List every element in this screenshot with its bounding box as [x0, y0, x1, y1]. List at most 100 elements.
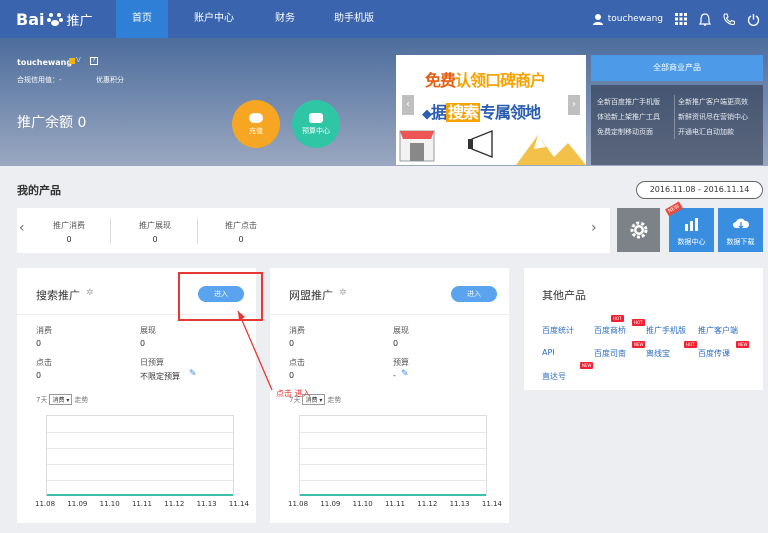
x-tick: 11.12 — [417, 500, 438, 508]
apps-grid-icon[interactable] — [675, 13, 687, 25]
search-cost-value: 0 — [36, 339, 42, 348]
user-menu[interactable]: touchewang — [592, 13, 663, 25]
v-mark-icon: V — [76, 56, 81, 64]
link-baidu-tongji[interactable]: 百度统计 — [542, 325, 574, 336]
x-tick: 11.09 — [320, 500, 341, 508]
stat-cost: 推广消费 0 — [53, 220, 85, 244]
banner-territory: 专属领地 — [480, 103, 541, 122]
top-nav-bar: Bai 推广 首页 账户中心 财务 助手机版 touchewang — [0, 0, 768, 38]
banner-prev-arrow[interactable]: ‹ — [402, 95, 414, 115]
x-tick: 11.08 — [35, 500, 56, 508]
logo-text: Bai — [16, 9, 45, 29]
stats-next-arrow[interactable]: › — [591, 220, 597, 236]
megaphone-icon — [468, 129, 493, 159]
stats-prev-arrow[interactable]: ‹ — [19, 220, 25, 236]
edit-budget-icon[interactable]: ✎ — [401, 369, 409, 379]
points-link[interactable]: 优惠积分 — [96, 75, 124, 85]
link-mobile-page[interactable]: 免费定制移动页面 — [597, 127, 653, 137]
date-range-picker[interactable]: 2016.11.08 - 2016.11.14 — [636, 181, 763, 199]
grid-line — [47, 432, 233, 433]
link-zhidahao[interactable]: 直达号 — [542, 371, 566, 382]
data-center-button[interactable]: NEW 数据中心 — [665, 201, 714, 252]
settings-small-icon[interactable]: ✲ — [86, 288, 94, 298]
shop-illustration-icon — [399, 130, 435, 162]
balance-text: 推广余额 0 — [17, 115, 87, 131]
grid-line — [300, 480, 486, 481]
union-budget-value: - — [393, 371, 396, 380]
budget-center-button[interactable]: 预算中心 — [292, 100, 340, 148]
logo-suffix: 推广 — [66, 13, 93, 29]
budget-center-label: 预算中心 — [302, 127, 330, 135]
union-click-label: 点击 — [289, 358, 305, 367]
link-lixianbao[interactable]: 离线宝 — [646, 348, 670, 359]
banner-claim: 认领口碑商户 — [455, 71, 546, 90]
banner-free: 免费 — [425, 71, 456, 90]
x-tick: 11.10 — [99, 500, 120, 508]
all-products-button[interactable]: 全部商业产品 — [591, 55, 763, 81]
nav-account-center[interactable]: 账户中心 — [184, 0, 244, 38]
recharge-label: 充值 — [249, 127, 263, 135]
user-icon — [592, 14, 603, 25]
search-trend-row: 7天 消费 ▾ 走势 — [36, 394, 88, 405]
x-tick: 11.13 — [196, 500, 217, 508]
banner-next-arrow[interactable]: › — [568, 95, 580, 115]
union-cost-label: 消费 — [289, 326, 305, 335]
stat-impressions-value: 0 — [152, 235, 158, 244]
bell-icon[interactable] — [699, 12, 711, 26]
x-tick: 11.10 — [352, 500, 373, 508]
link-api[interactable]: API — [542, 348, 555, 357]
nav-home[interactable]: 首页 — [116, 0, 168, 38]
link-baidu-chuanke[interactable]: 百度传课 — [698, 348, 730, 359]
x-tick: 11.12 — [164, 500, 185, 508]
nav-mobile[interactable]: 助手机版 — [324, 0, 384, 38]
recharge-button[interactable]: 充值 — [232, 100, 280, 148]
link-wire[interactable]: 开通电汇自动加款 — [678, 127, 734, 137]
trend-select-value: 消费 — [52, 397, 65, 404]
paw-icon — [47, 13, 64, 26]
data-download-button[interactable]: 数据下载 — [718, 208, 763, 252]
card-divider — [270, 314, 509, 315]
stat-impressions: 推广展现 0 — [139, 220, 171, 244]
settings-button[interactable] — [617, 208, 660, 252]
nav-finance[interactable]: 财务 — [262, 0, 308, 38]
phone-icon[interactable] — [723, 13, 735, 25]
data-download-label: 数据下载 — [726, 238, 755, 246]
news-links: 全新百度推广手机版 全新推广客户端更高效 体验新上架推广工具 新鲜资讯尽在营销中… — [591, 85, 763, 165]
stat-cost-value: 0 — [66, 235, 72, 244]
link-baidu-sinan[interactable]: 百度司南 — [594, 348, 626, 359]
promo-banner[interactable]: 免费认领口碑商户 ◆据 搜索 专属领地 ‹ › — [396, 55, 586, 165]
new-badge: NEW — [665, 201, 683, 217]
stats-divider — [197, 218, 198, 244]
power-icon[interactable] — [747, 13, 760, 26]
link-client[interactable]: 全新推广客户端更高效 — [678, 97, 748, 107]
settings-small-icon[interactable]: ✲ — [339, 288, 347, 298]
union-show-label: 展现 — [393, 326, 409, 335]
other-products-card: 其他产品 百度统计 百度商桥 HOT 推广手机版 HOT 推广客户端 API 百… — [524, 268, 763, 390]
links-divider — [674, 95, 675, 139]
union-enter-button[interactable]: 进入 — [451, 286, 497, 302]
link-client[interactable]: 推广客户端 — [698, 325, 738, 336]
search-show-label: 展现 — [140, 326, 156, 335]
union-budget-label: 预算 — [393, 358, 409, 367]
gear-icon — [630, 221, 648, 239]
bar-chart-icon — [685, 218, 698, 231]
link-mobile[interactable]: 全新百度推广手机版 — [597, 97, 660, 107]
trend-suffix: 走势 — [74, 396, 89, 404]
x-tick: 11.14 — [228, 500, 249, 508]
baidu-logo[interactable]: Bai 推广 — [16, 9, 93, 29]
link-mobile-version[interactable]: 推广手机版 — [646, 325, 686, 336]
help-icon[interactable]: ? — [90, 57, 98, 65]
union-trend-chart — [299, 415, 487, 496]
stats-carousel: ‹ 推广消费 0 推广展现 0 推广点击 0 › — [17, 208, 610, 253]
trend-metric-select[interactable]: 消费 ▾ — [49, 394, 73, 405]
x-tick: 11.11 — [131, 500, 152, 508]
search-click-value: 0 — [36, 371, 42, 380]
link-baidu-shangqiao[interactable]: 百度商桥 — [594, 325, 626, 336]
link-news[interactable]: 新鲜资讯尽在营销中心 — [678, 112, 748, 122]
search-card-title: 搜索推广 — [36, 289, 80, 302]
link-tools[interactable]: 体验新上架推广工具 — [597, 112, 660, 122]
banner-line-2: ◆据 搜索 专属领地 — [422, 99, 541, 123]
edit-budget-icon[interactable]: ✎ — [189, 369, 197, 379]
other-products-title: 其他产品 — [542, 289, 586, 302]
trend-suffix: 走势 — [327, 396, 342, 404]
